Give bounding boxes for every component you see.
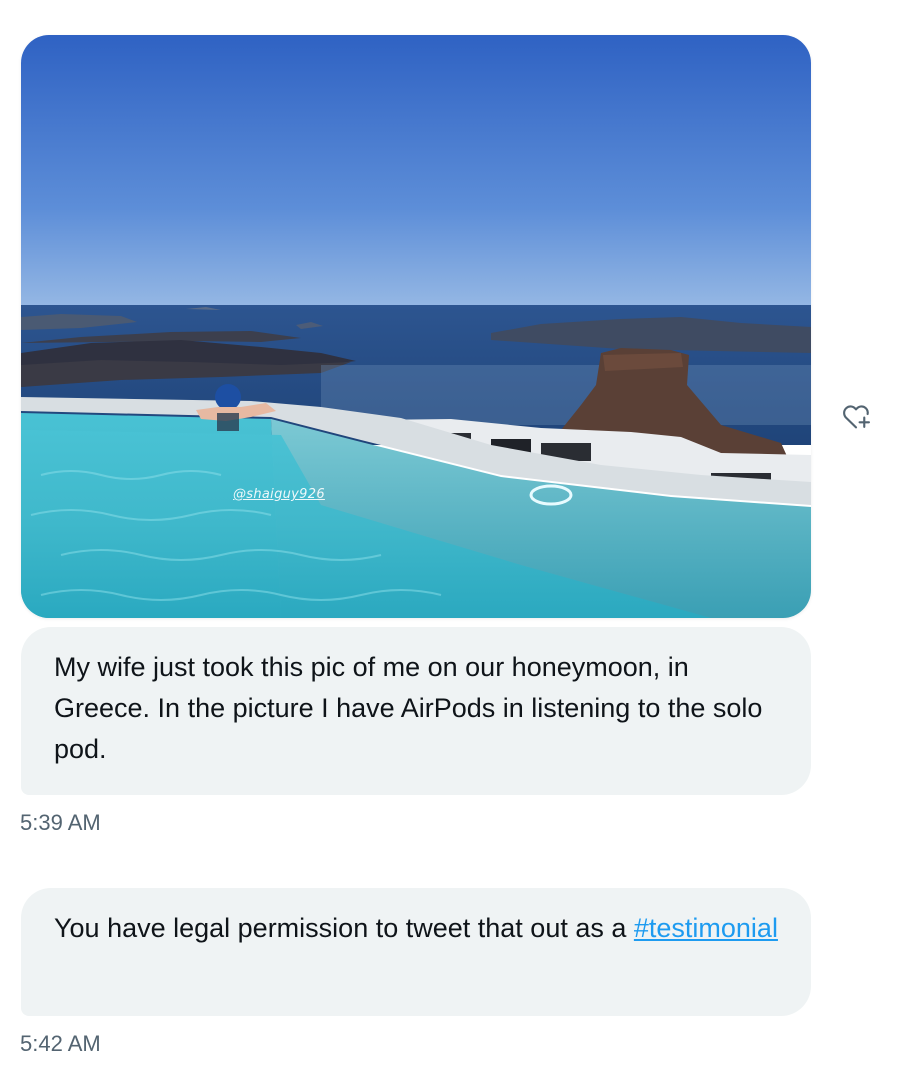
hashtag-link[interactable]: #testimonial bbox=[634, 913, 778, 943]
message-text: You have legal permission to tweet that … bbox=[54, 913, 634, 943]
add-reaction-button[interactable] bbox=[838, 398, 874, 434]
message-bubble: My wife just took this pic of me on our … bbox=[21, 627, 811, 795]
message-timestamp: 5:42 AM bbox=[20, 1031, 101, 1056]
photo-image bbox=[21, 35, 811, 618]
photo-watermark: @shaiguy926 bbox=[233, 487, 325, 502]
heart-plus-icon bbox=[843, 405, 870, 429]
message-bubble: You have legal permission to tweet that … bbox=[21, 888, 811, 1016]
message-text: My wife just took this pic of me on our … bbox=[54, 652, 763, 764]
message-photo[interactable]: @shaiguy926 bbox=[21, 35, 811, 618]
message-timestamp: 5:39 AM bbox=[20, 810, 101, 835]
